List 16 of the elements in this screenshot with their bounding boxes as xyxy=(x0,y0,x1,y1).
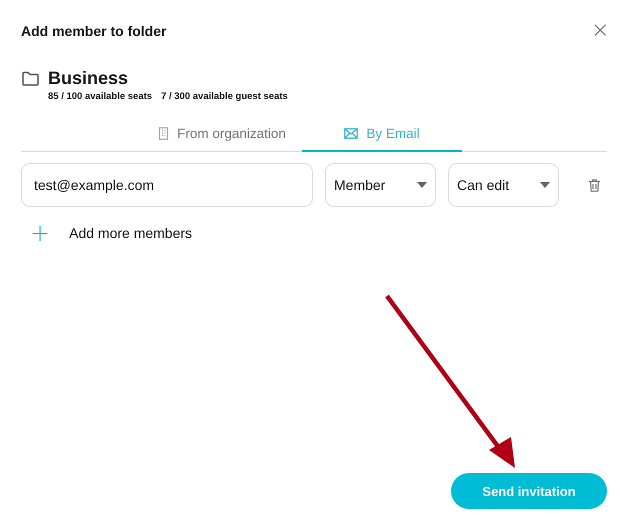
close-button[interactable]: × xyxy=(591,22,607,40)
dialog-title: Add member to folder xyxy=(21,23,166,39)
role-dropdown[interactable]: Member xyxy=(325,163,436,207)
caret-icon xyxy=(540,182,550,188)
caret-icon xyxy=(417,182,427,188)
trash-icon[interactable] xyxy=(589,178,600,192)
folder-icon xyxy=(22,71,39,86)
seats-count: 85 / 100 available seats xyxy=(48,91,152,102)
email-field[interactable]: test@example.com xyxy=(21,163,313,207)
guest-seats-count: 7 / 300 available guest seats xyxy=(161,91,288,102)
mail-icon xyxy=(344,128,358,138)
tab[interactable]: From organization xyxy=(142,116,302,152)
folder-name: Business xyxy=(48,68,130,88)
permission-dropdown[interactable]: Can edit xyxy=(448,163,559,207)
building-icon xyxy=(158,126,170,140)
add-members-link[interactable]: Add more members xyxy=(69,225,192,241)
